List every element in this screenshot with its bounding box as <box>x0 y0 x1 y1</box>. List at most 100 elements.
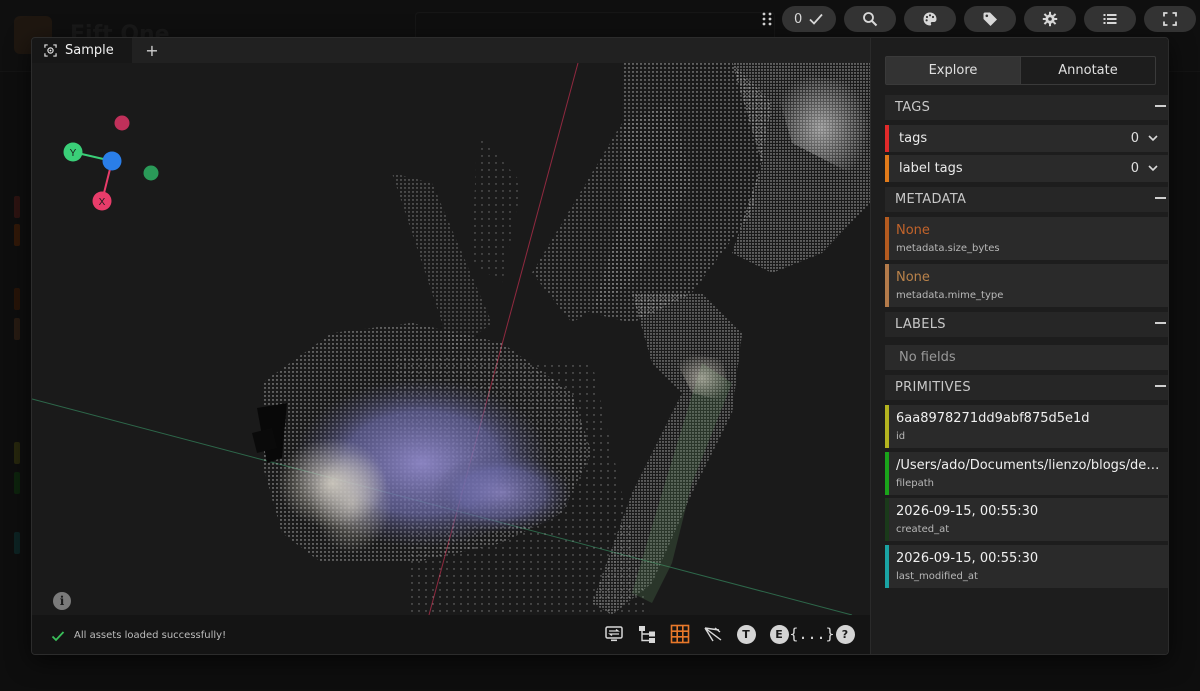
chevron-down-icon[interactable] <box>1147 162 1159 174</box>
explore-mode-button[interactable]: Explore <box>886 57 1020 84</box>
help-tool[interactable]: ? <box>834 623 856 645</box>
search-button[interactable] <box>844 6 897 32</box>
viewer-tools: T E {...} ? <box>603 623 856 645</box>
status-message: All assets loaded successfully! <box>74 630 227 641</box>
color-bar <box>885 452 889 495</box>
e-circle-icon: E <box>769 624 789 644</box>
field-key: metadata.mime_type <box>896 290 1004 301</box>
y-axis-label: Y <box>70 148 77 159</box>
sidebar-toggle-button[interactable] <box>1084 6 1137 32</box>
status-bar: All assets loaded successfully! T E {...… <box>32 615 870 654</box>
field-id[interactable]: 6aa8978271dd9abf875d5e1d id <box>885 405 1168 448</box>
color-bar <box>885 125 889 152</box>
settings-button[interactable] <box>1024 6 1077 32</box>
grid-icon <box>670 624 690 644</box>
axes-gizmo <box>63 115 159 211</box>
field-value: 2026-09-15, 00:55:30 <box>896 551 1039 566</box>
x-axis-label: X <box>99 197 106 208</box>
mode-switch: Explore Annotate <box>885 56 1156 85</box>
t-circle-icon: T <box>736 624 756 644</box>
scene-3d-icon <box>44 44 57 57</box>
tab-label: Sample <box>65 43 114 58</box>
field-size-bytes[interactable]: None metadata.size_bytes <box>885 217 1168 260</box>
section-title: LABELS <box>895 317 946 332</box>
switch-view-icon <box>605 626 623 642</box>
3d-viewport[interactable]: Y X i <box>32 63 870 615</box>
fullscreen-icon <box>1163 12 1178 26</box>
grid-toggle-tool[interactable] <box>669 623 691 645</box>
labels-empty: No fields <box>885 345 1168 370</box>
color-bar <box>885 405 889 448</box>
list-icon <box>1103 14 1117 24</box>
color-bar <box>885 545 889 588</box>
tag-button[interactable] <box>964 6 1017 32</box>
tag-row-tags[interactable]: tags 0 <box>885 125 1168 152</box>
field-last-modified-at[interactable]: 2026-09-15, 00:55:30 last_modified_at <box>885 545 1168 588</box>
checkmark-icon <box>809 13 823 25</box>
field-value: None <box>896 270 930 285</box>
field-filepath[interactable]: /Users/ado/Documents/lienzo/blogs/depth … <box>885 452 1168 495</box>
field-key: created_at <box>896 524 950 535</box>
tags-section-header[interactable]: TAGS <box>885 95 1168 120</box>
help-icon: ? <box>835 624 855 644</box>
info-icon[interactable]: i <box>53 592 71 610</box>
color-bar <box>885 155 889 182</box>
collapse-icon[interactable] <box>1153 316 1167 330</box>
tag-row-count: 0 <box>1130 161 1139 176</box>
field-value: 2026-09-15, 00:55:30 <box>896 504 1039 519</box>
tag-row-label-tags[interactable]: label tags 0 <box>885 155 1168 182</box>
collapse-icon[interactable] <box>1153 191 1167 205</box>
toggle-t-tool[interactable]: T <box>735 623 757 645</box>
color-scheme-button[interactable] <box>904 6 957 32</box>
field-value: None <box>896 223 930 238</box>
field-key: metadata.size_bytes <box>896 243 1000 254</box>
drag-handle-icon[interactable] <box>760 10 774 28</box>
field-key: id <box>896 431 906 442</box>
field-value: 6aa8978271dd9abf875d5e1d <box>896 411 1090 426</box>
selected-count: 0 <box>794 11 803 27</box>
point-cloud-scene: Y X <box>32 63 870 615</box>
field-value: /Users/ado/Documents/lienzo/blogs/depth <box>896 458 1164 473</box>
tag-row-label: label tags <box>899 161 963 176</box>
gear-icon <box>1043 11 1058 27</box>
tag-row-count: 0 <box>1130 131 1139 146</box>
color-bar <box>885 498 889 541</box>
tab-sample[interactable]: Sample <box>32 38 132 63</box>
modal-sidebar: Explore Annotate TAGS tags 0 label tags … <box>870 38 1168 654</box>
annotate-mode-button[interactable]: Annotate <box>1020 57 1155 84</box>
toggle-fullscreen-tool[interactable] <box>603 623 625 645</box>
section-title: TAGS <box>895 100 931 115</box>
metadata-section-header[interactable]: METADATA <box>885 187 1168 212</box>
scene-hierarchy-tool[interactable] <box>636 623 658 645</box>
palette-icon <box>923 12 937 26</box>
fullscreen-button[interactable] <box>1144 6 1197 32</box>
perspective-icon <box>704 627 722 642</box>
add-panel-button[interactable]: + <box>132 38 172 63</box>
toggle-e-tool[interactable]: E <box>768 623 790 645</box>
sample-modal: Sample + Y X i All assets loaded success… <box>31 37 1169 655</box>
primitives-section-header[interactable]: PRIMITIVES <box>885 375 1168 400</box>
section-title: METADATA <box>895 192 967 207</box>
field-key: last_modified_at <box>896 571 978 582</box>
selected-samples-button[interactable]: 0 <box>782 6 837 32</box>
collapse-icon[interactable] <box>1153 99 1167 113</box>
color-bar <box>885 217 889 260</box>
modal-toolbar: 0 <box>760 6 1200 32</box>
collapse-icon[interactable] <box>1153 379 1167 393</box>
hierarchy-icon <box>639 626 655 643</box>
section-title: PRIMITIVES <box>895 380 971 395</box>
tag-icon <box>983 12 998 26</box>
field-key: filepath <box>896 478 934 489</box>
search-icon <box>863 12 878 27</box>
checkmark-icon <box>51 630 65 641</box>
field-mime-type[interactable]: None metadata.mime_type <box>885 264 1168 307</box>
field-created-at[interactable]: 2026-09-15, 00:55:30 created_at <box>885 498 1168 541</box>
chevron-down-icon[interactable] <box>1147 132 1159 144</box>
color-bar <box>885 264 889 307</box>
json-view-tool[interactable]: {...} <box>789 623 834 645</box>
json-braces-icon: {...} <box>789 625 835 643</box>
camera-angle-tool[interactable] <box>702 623 724 645</box>
modal-tabbar: Sample + <box>32 38 870 63</box>
labels-section-header[interactable]: LABELS <box>885 312 1168 337</box>
tag-row-label: tags <box>899 131 928 146</box>
